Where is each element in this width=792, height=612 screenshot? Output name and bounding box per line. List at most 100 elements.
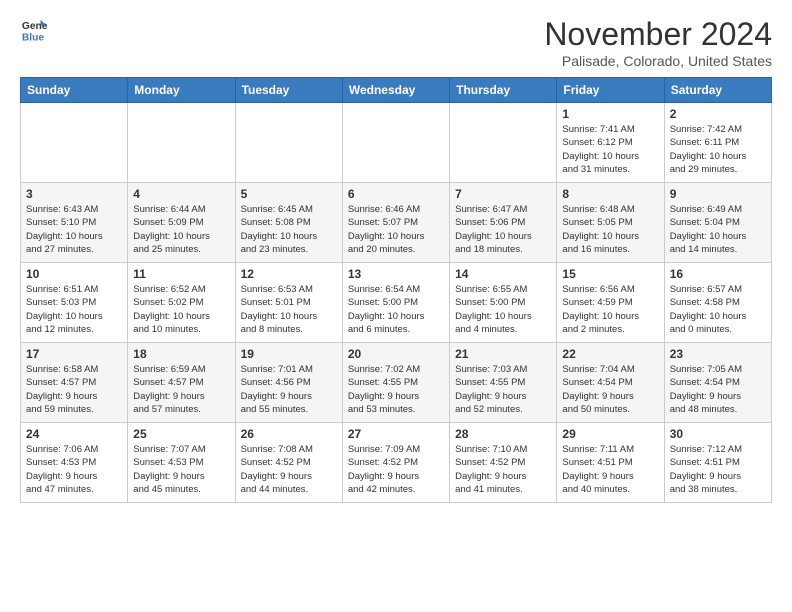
logo: General Blue [20, 16, 48, 44]
day-number: 30 [670, 427, 766, 441]
day-number: 16 [670, 267, 766, 281]
weekday-header-row: SundayMondayTuesdayWednesdayThursdayFrid… [21, 78, 772, 103]
day-info: Sunrise: 6:56 AM Sunset: 4:59 PM Dayligh… [562, 283, 658, 336]
day-info: Sunrise: 6:49 AM Sunset: 5:04 PM Dayligh… [670, 203, 766, 256]
day-info: Sunrise: 6:53 AM Sunset: 5:01 PM Dayligh… [241, 283, 337, 336]
day-number: 22 [562, 347, 658, 361]
day-number: 1 [562, 107, 658, 121]
day-info: Sunrise: 6:52 AM Sunset: 5:02 PM Dayligh… [133, 283, 229, 336]
day-number: 7 [455, 187, 551, 201]
day-number: 10 [26, 267, 122, 281]
day-number: 8 [562, 187, 658, 201]
calendar-cell: 25Sunrise: 7:07 AM Sunset: 4:53 PM Dayli… [128, 423, 235, 503]
location: Palisade, Colorado, United States [544, 53, 772, 69]
day-number: 21 [455, 347, 551, 361]
calendar-cell: 28 Sunrise: 7:10 AM Sunset: 4:52 PM Dayli… [450, 423, 557, 503]
day-number: 13 [348, 267, 444, 281]
day-info: Sunrise: 6:57 AM Sunset: 4:58 PM Dayligh… [670, 283, 766, 336]
day-info: Sunrise: 7:04 AM Sunset: 4:54 PM Dayligh… [562, 363, 658, 416]
day-info: Sunrise: 7:08 AM Sunset: 4:52 PM Dayligh… [241, 443, 337, 496]
day-number: 14 [455, 267, 551, 281]
calendar-cell: 15 Sunrise: 6:56 AM Sunset: 4:59 PM Dayli… [557, 263, 664, 343]
calendar-cell [128, 103, 235, 183]
calendar-cell: 14 Sunrise: 6:55 AM Sunset: 5:00 PM Dayli… [450, 263, 557, 343]
day-info: Sunrise: 7:07 AM Sunset: 4:53 PM Dayligh… [133, 443, 229, 496]
weekday-header: Tuesday [235, 78, 342, 103]
svg-text:General: General [22, 21, 48, 32]
day-info: Sunrise: 7:02 AM Sunset: 4:55 PM Dayligh… [348, 363, 444, 416]
calendar-cell: 30 Sunrise: 7:12 AM Sunset: 4:51 PM Dayli… [664, 423, 771, 503]
month-title: November 2024 [544, 16, 772, 53]
weekday-header: Sunday [21, 78, 128, 103]
page-header: General Blue November 2024 Palisade, Col… [20, 16, 772, 69]
calendar-cell [21, 103, 128, 183]
day-number: 18 [133, 347, 229, 361]
day-number: 27 [348, 427, 444, 441]
day-info: Sunrise: 6:44 AM Sunset: 5:09 PM Dayligh… [133, 203, 229, 256]
calendar-cell: 27 Sunrise: 7:09 AM Sunset: 4:52 PM Dayli… [342, 423, 449, 503]
day-info: Sunrise: 6:46 AM Sunset: 5:07 PM Dayligh… [348, 203, 444, 256]
day-info: Sunrise: 6:47 AM Sunset: 5:06 PM Dayligh… [455, 203, 551, 256]
weekday-header: Thursday [450, 78, 557, 103]
day-info: Sunrise: 7:01 AM Sunset: 4:56 PM Dayligh… [241, 363, 337, 416]
calendar-table: SundayMondayTuesdayWednesdayThursdayFrid… [20, 77, 772, 503]
day-info: Sunrise: 6:51 AM Sunset: 5:03 PM Dayligh… [26, 283, 122, 336]
day-info: Sunrise: 7:12 AM Sunset: 4:51 PM Dayligh… [670, 443, 766, 496]
day-number: 23 [670, 347, 766, 361]
calendar-cell: 24Sunrise: 7:06 AM Sunset: 4:53 PM Dayli… [21, 423, 128, 503]
day-info: Sunrise: 7:10 AM Sunset: 4:52 PM Dayligh… [455, 443, 551, 496]
svg-text:Blue: Blue [22, 32, 45, 43]
day-info: Sunrise: 6:59 AM Sunset: 4:57 PM Dayligh… [133, 363, 229, 416]
calendar-cell: 4 Sunrise: 6:44 AM Sunset: 5:09 PM Daylig… [128, 183, 235, 263]
calendar-week-row: 24Sunrise: 7:06 AM Sunset: 4:53 PM Dayli… [21, 423, 772, 503]
day-number: 20 [348, 347, 444, 361]
calendar-cell: 11Sunrise: 6:52 AM Sunset: 5:02 PM Dayli… [128, 263, 235, 343]
calendar-week-row: 3 Sunrise: 6:43 AM Sunset: 5:10 PM Daylig… [21, 183, 772, 263]
calendar-cell: 8Sunrise: 6:48 AM Sunset: 5:05 PM Daylig… [557, 183, 664, 263]
calendar-cell: 5Sunrise: 6:45 AM Sunset: 5:08 PM Daylig… [235, 183, 342, 263]
weekday-header: Monday [128, 78, 235, 103]
calendar-week-row: 17 Sunrise: 6:58 AM Sunset: 4:57 PM Dayli… [21, 343, 772, 423]
day-info: Sunrise: 7:11 AM Sunset: 4:51 PM Dayligh… [562, 443, 658, 496]
day-number: 4 [133, 187, 229, 201]
day-info: Sunrise: 6:45 AM Sunset: 5:08 PM Dayligh… [241, 203, 337, 256]
day-number: 6 [348, 187, 444, 201]
day-number: 3 [26, 187, 122, 201]
calendar-cell: 21 Sunrise: 7:03 AM Sunset: 4:55 PM Dayli… [450, 343, 557, 423]
calendar-cell: 16 Sunrise: 6:57 AM Sunset: 4:58 PM Dayli… [664, 263, 771, 343]
day-number: 24 [26, 427, 122, 441]
day-number: 17 [26, 347, 122, 361]
logo-icon: General Blue [20, 16, 48, 44]
calendar-cell: 23 Sunrise: 7:05 AM Sunset: 4:54 PM Dayli… [664, 343, 771, 423]
calendar-cell: 22 Sunrise: 7:04 AM Sunset: 4:54 PM Dayli… [557, 343, 664, 423]
calendar-cell: 17 Sunrise: 6:58 AM Sunset: 4:57 PM Dayli… [21, 343, 128, 423]
calendar-cell: 9 Sunrise: 6:49 AM Sunset: 5:04 PM Daylig… [664, 183, 771, 263]
calendar-cell: 13 Sunrise: 6:54 AM Sunset: 5:00 PM Dayli… [342, 263, 449, 343]
day-number: 2 [670, 107, 766, 121]
calendar-cell [342, 103, 449, 183]
day-info: Sunrise: 6:58 AM Sunset: 4:57 PM Dayligh… [26, 363, 122, 416]
day-number: 28 [455, 427, 551, 441]
day-info: Sunrise: 7:42 AM Sunset: 6:11 PM Dayligh… [670, 123, 766, 176]
day-info: Sunrise: 7:03 AM Sunset: 4:55 PM Dayligh… [455, 363, 551, 416]
day-info: Sunrise: 7:41 AM Sunset: 6:12 PM Dayligh… [562, 123, 658, 176]
day-info: Sunrise: 6:54 AM Sunset: 5:00 PM Dayligh… [348, 283, 444, 336]
day-number: 15 [562, 267, 658, 281]
day-number: 12 [241, 267, 337, 281]
calendar-cell: 7 Sunrise: 6:47 AM Sunset: 5:06 PM Daylig… [450, 183, 557, 263]
day-info: Sunrise: 6:55 AM Sunset: 5:00 PM Dayligh… [455, 283, 551, 336]
day-info: Sunrise: 7:05 AM Sunset: 4:54 PM Dayligh… [670, 363, 766, 416]
calendar-cell: 26 Sunrise: 7:08 AM Sunset: 4:52 PM Dayli… [235, 423, 342, 503]
day-number: 26 [241, 427, 337, 441]
calendar-cell [235, 103, 342, 183]
calendar-cell: 3 Sunrise: 6:43 AM Sunset: 5:10 PM Daylig… [21, 183, 128, 263]
day-info: Sunrise: 6:43 AM Sunset: 5:10 PM Dayligh… [26, 203, 122, 256]
day-number: 9 [670, 187, 766, 201]
day-info: Sunrise: 7:09 AM Sunset: 4:52 PM Dayligh… [348, 443, 444, 496]
weekday-header: Saturday [664, 78, 771, 103]
calendar-cell: 18 Sunrise: 6:59 AM Sunset: 4:57 PM Dayli… [128, 343, 235, 423]
day-number: 29 [562, 427, 658, 441]
calendar-cell: 2 Sunrise: 7:42 AM Sunset: 6:11 PM Daylig… [664, 103, 771, 183]
calendar-cell: 12 Sunrise: 6:53 AM Sunset: 5:01 PM Dayli… [235, 263, 342, 343]
calendar-cell: 1 Sunrise: 7:41 AM Sunset: 6:12 PM Daylig… [557, 103, 664, 183]
